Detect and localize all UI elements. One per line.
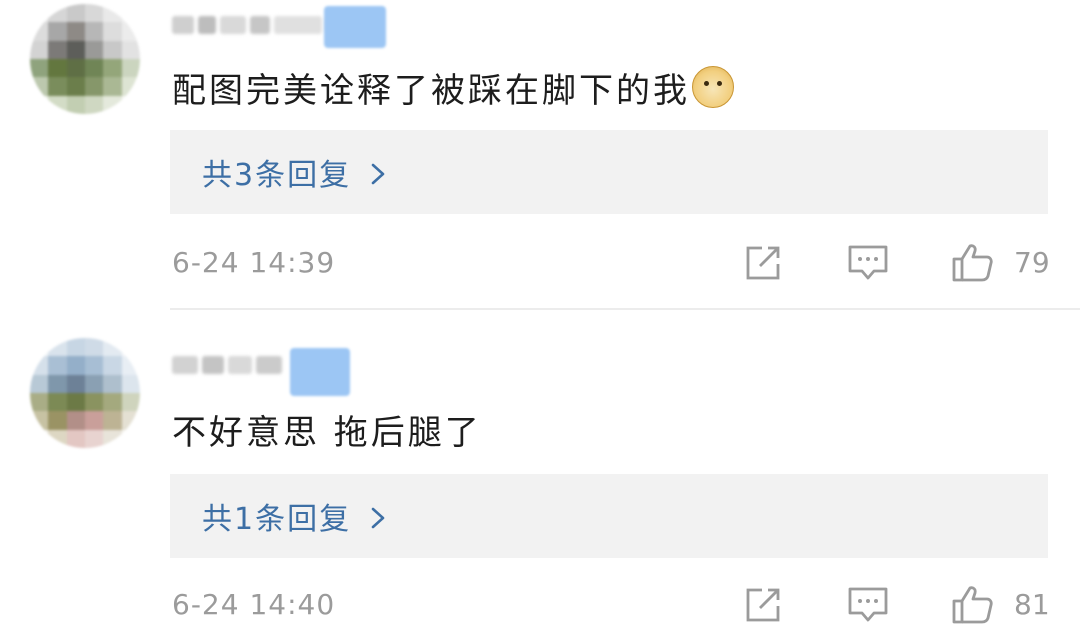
comment-meta: 6-24 14:40 81 [0, 580, 1080, 630]
comment-icon[interactable] [846, 242, 890, 282]
like-count: 81 [1014, 588, 1050, 621]
replies-count-label: 共3条回复 [202, 158, 352, 193]
comment-item: 不好意思 拖后腿了 共1条回复 6-24 14:40 81 [0, 310, 1080, 624]
comment-text: 不好意思 拖后腿了 [172, 412, 482, 453]
like-count: 79 [1014, 246, 1050, 279]
user-badge [290, 348, 350, 396]
chevron-right-icon [369, 507, 387, 529]
comment-icon[interactable] [846, 584, 890, 624]
username-blurred[interactable] [172, 350, 282, 380]
comment-meta: 6-24 14:39 79 [0, 238, 1080, 288]
user-badge [324, 6, 386, 48]
avatar[interactable] [30, 338, 140, 448]
comment-timestamp: 6-24 14:40 [172, 588, 336, 621]
thumbs-up-icon[interactable] [950, 242, 994, 282]
replies-count-label: 共1条回复 [202, 502, 352, 537]
avatar[interactable] [30, 4, 140, 114]
comment-timestamp: 6-24 14:39 [172, 246, 336, 279]
comment-text: 配图完美诠释了被踩在脚下的我 [172, 62, 734, 112]
share-icon[interactable] [742, 584, 786, 624]
chevron-right-icon [369, 163, 387, 185]
view-replies-button[interactable]: 共3条回复 [170, 130, 1048, 214]
view-replies-button[interactable]: 共1条回复 [170, 474, 1048, 558]
thumbs-up-icon[interactable] [950, 584, 994, 624]
share-icon[interactable] [742, 242, 786, 282]
doge-face-icon [692, 66, 734, 108]
comment-item: 配图完美诠释了被踩在脚下的我 共3条回复 6-24 14:39 79 [0, 0, 1080, 308]
